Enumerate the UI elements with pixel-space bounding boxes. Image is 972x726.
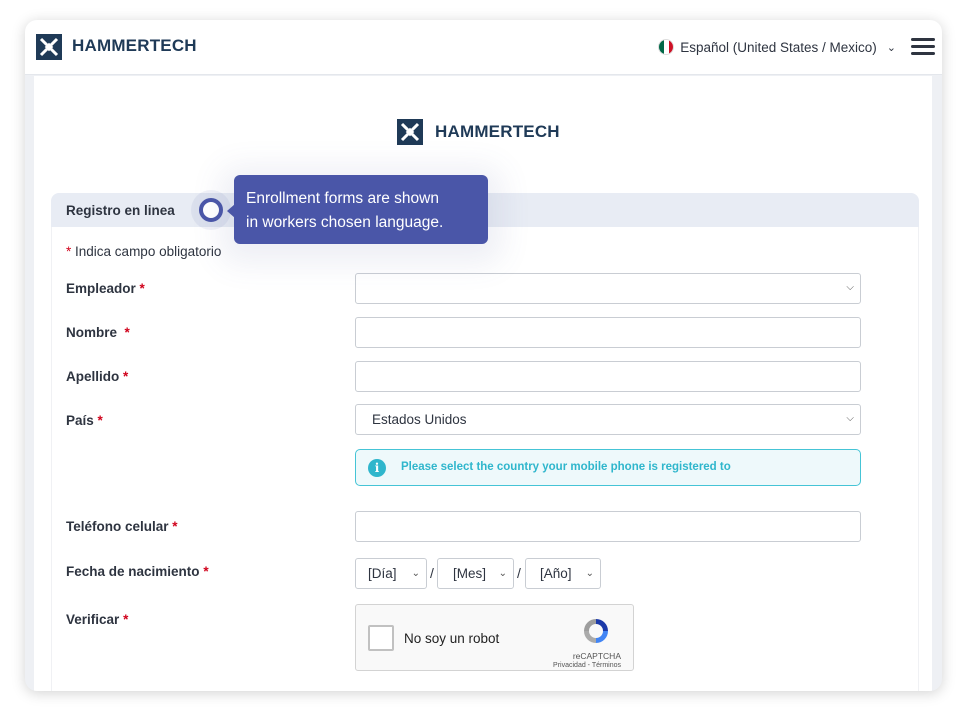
recaptcha-logo-icon [584,619,608,643]
chevron-down-icon: ⌄ [498,568,507,579]
onboarding-tooltip: Enrollment forms are shown in workers ch… [234,175,488,244]
chevron-down-icon: ⌵ [846,282,854,293]
hammertech-logo-icon [397,119,423,145]
first-name-label: Nombre * [66,325,130,340]
date-separator: / [430,565,434,581]
recaptcha-brand: reCAPTCHA [572,651,621,661]
dob-label: Fecha de nacimiento * [66,564,209,579]
chevron-down-icon: ⌄ [585,568,594,579]
tour-hotspot[interactable] [199,198,223,222]
mexico-flag-icon [658,39,675,55]
hamburger-menu-icon[interactable] [911,38,935,56]
employer-label: Empleador * [66,281,145,296]
date-separator: / [517,565,521,581]
chevron-down-icon: ⌄ [886,41,896,54]
last-name-label: Apellido * [66,369,129,384]
first-name-input[interactable] [355,317,861,348]
mobile-input[interactable] [355,511,861,542]
chevron-down-icon: ⌄ [411,568,420,579]
hammertech-logo-icon[interactable] [36,34,62,60]
tooltip-line-1: Enrollment forms are shown [246,190,439,207]
country-info-text: Please select the country your mobile ph… [401,461,731,473]
employer-select[interactable]: ⌵ [355,273,861,304]
last-name-input[interactable] [355,361,861,392]
language-label: Español (United States / Mexico) [680,39,877,55]
brand-wordmark[interactable]: HAMMERTECH [72,36,197,56]
browser-window: HAMMERTECH Español (United States / Mexi… [25,20,942,691]
recaptcha-label: No soy un robot [404,631,500,646]
recaptcha-checkbox[interactable] [368,625,394,651]
country-info-alert: i Please select the country your mobile … [355,449,861,486]
required-note: * Indica campo obligatorio [66,244,222,259]
language-selector[interactable]: Español (United States / Mexico) ⌄ [658,39,896,55]
chevron-down-icon: ⌵ [846,413,854,424]
recaptcha-widget: No soy un robot reCAPTCHA Privacidad - T… [355,604,634,671]
top-navbar: HAMMERTECH Español (United States / Mexi… [25,20,942,75]
country-select[interactable]: Estados Unidos ⌵ [355,404,861,435]
section-title: Registro en linea [66,203,175,218]
country-label: País * [66,413,103,428]
brand-wordmark-center: HAMMERTECH [435,122,560,141]
info-icon: i [368,459,386,477]
dob-day-select[interactable]: [Día] ⌄ [355,558,427,589]
tooltip-line-2: in workers chosen language. [246,214,444,231]
dob-year-select[interactable]: [Año] ⌄ [525,558,601,589]
recaptcha-terms-link[interactable]: Privacidad - Términos [553,662,621,669]
dob-month-select[interactable]: [Mes] ⌄ [437,558,514,589]
mobile-label: Teléfono celular * [66,519,178,534]
verify-label: Verificar * [66,612,129,627]
